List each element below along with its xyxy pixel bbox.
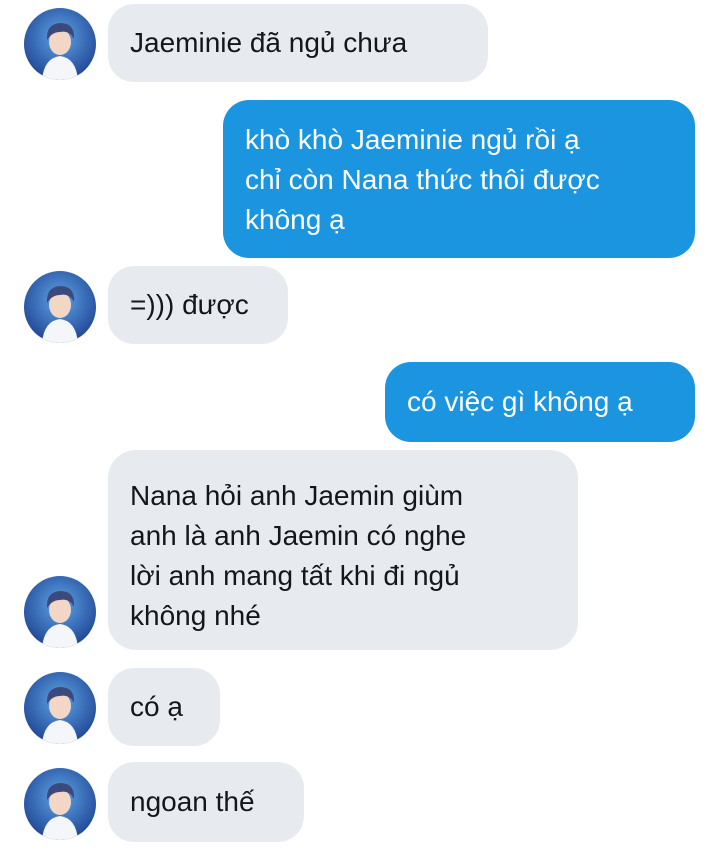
chat-thread: Jaeminie đã ngủ chưa khò khò Jaeminie ng… xyxy=(0,0,719,850)
avatar-photo-icon xyxy=(24,768,96,840)
avatar-photo-icon xyxy=(24,8,96,80)
incoming-message[interactable]: Jaeminie đã ngủ chưa xyxy=(108,4,488,82)
contact-avatar[interactable] xyxy=(24,271,96,343)
contact-avatar[interactable] xyxy=(24,768,96,840)
incoming-message[interactable]: Nana hỏi anh Jaemin giùm anh là anh Jaem… xyxy=(108,450,578,650)
avatar-photo-icon xyxy=(24,271,96,343)
outgoing-message[interactable]: có việc gì không ạ xyxy=(385,362,695,442)
incoming-message[interactable]: có ạ xyxy=(108,668,220,746)
avatar-photo-icon xyxy=(24,672,96,744)
incoming-message[interactable]: ngoan thế xyxy=(108,762,304,842)
avatar-photo-icon xyxy=(24,576,96,648)
contact-avatar[interactable] xyxy=(24,576,96,648)
outgoing-message[interactable]: khò khò Jaeminie ngủ rồi ạ chỉ còn Nana … xyxy=(223,100,695,258)
contact-avatar[interactable] xyxy=(24,672,96,744)
incoming-message[interactable]: =))) được xyxy=(108,266,288,344)
contact-avatar[interactable] xyxy=(24,8,96,80)
